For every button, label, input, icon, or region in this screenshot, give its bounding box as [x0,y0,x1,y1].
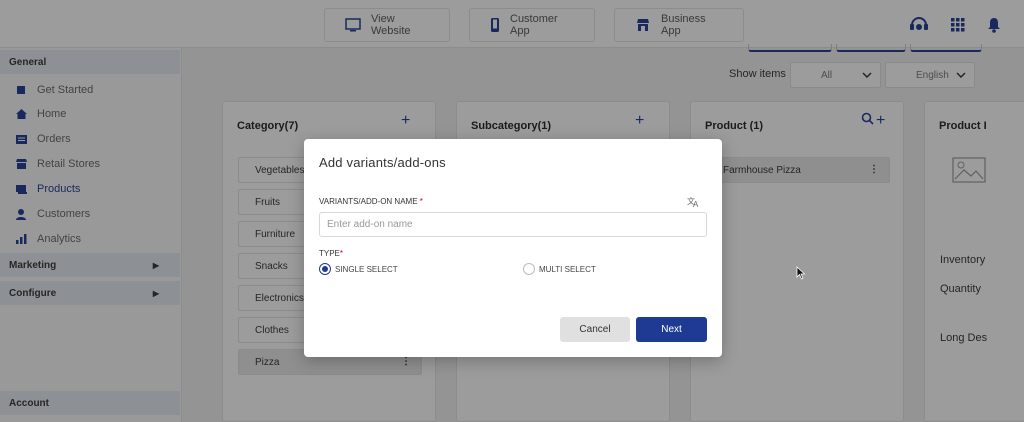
single-select-label: SINGLE SELECT [335,264,398,274]
add-variants-dialog: Add variants/add-ons VARIANTS/ADD-ON NAM… [304,139,722,357]
single-select-radio[interactable]: SINGLE SELECT [319,263,398,275]
multi-select-label: MULTI SELECT [539,264,596,274]
next-button[interactable]: Next [636,317,707,342]
radio-unchecked-icon[interactable] [523,263,535,275]
dialog-title: Add variants/add-ons [319,155,446,170]
cancel-button[interactable]: Cancel [560,317,630,342]
mouse-cursor-icon [796,266,806,280]
variant-name-label: VARIANTS/ADD-ON NAME * [319,197,423,206]
type-label: TYPE* [319,249,344,258]
variant-name-input[interactable] [319,212,707,237]
svg-text:A: A [693,200,699,208]
radio-checked-icon[interactable] [319,263,331,275]
multi-select-radio[interactable]: MULTI SELECT [523,263,596,275]
translate-icon[interactable]: 文A [687,196,701,208]
